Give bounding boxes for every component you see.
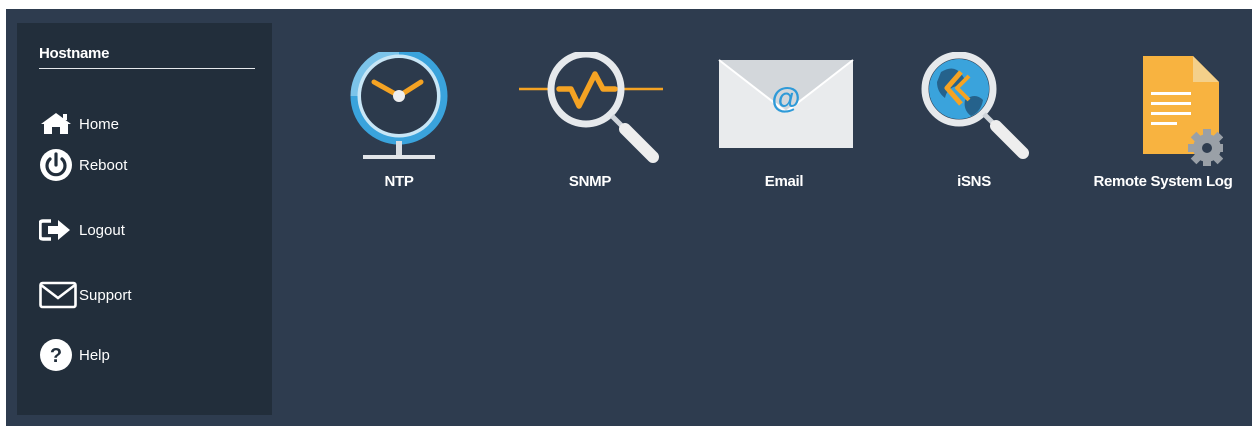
- service-label: Remote System Log: [1093, 173, 1233, 190]
- question-icon: ?: [39, 338, 73, 372]
- sidebar-item-label: Reboot: [79, 156, 128, 174]
- sidebar-item-label: Support: [79, 286, 132, 304]
- service-tile-ntp[interactable]: NTP: [324, 52, 474, 191]
- svg-text:@: @: [771, 82, 800, 115]
- service-label: NTP: [384, 173, 414, 190]
- svg-text:?: ?: [50, 345, 62, 367]
- service-label: iSNS: [957, 173, 991, 190]
- remote-log-document-icon: [1143, 56, 1223, 166]
- service-tile-snmp[interactable]: SNMP: [515, 52, 665, 191]
- sidebar-item-label: Home: [79, 115, 120, 133]
- sidebar-title: Hostname: [39, 45, 255, 69]
- sidebar: Hostname Home Reboot Logout Support ? He…: [17, 23, 272, 415]
- sidebar-item-reboot[interactable]: Reboot: [39, 147, 127, 183]
- service-label: Email: [764, 173, 804, 190]
- logout-icon: [39, 218, 73, 242]
- sidebar-item-label: Help: [79, 346, 110, 364]
- isns-globe-magnifier-icon: [921, 52, 1029, 159]
- sidebar-item-support[interactable]: Support: [39, 277, 132, 313]
- envelope-icon: [39, 281, 77, 309]
- sidebar-item-label: Logout: [79, 221, 125, 239]
- service-tile-isns[interactable]: iSNS: [899, 52, 1049, 191]
- service-tile-remote-system-log[interactable]: Remote System Log: [1088, 52, 1238, 191]
- service-label: SNMP: [568, 173, 612, 190]
- sidebar-item-help[interactable]: ? Help: [39, 337, 110, 373]
- snmp-magnifier-icon: [519, 52, 663, 163]
- ntp-clock-icon: [350, 52, 448, 159]
- service-tile-email[interactable]: @ Email: [709, 52, 859, 191]
- sidebar-item-logout[interactable]: Logout: [39, 212, 125, 248]
- sidebar-item-home[interactable]: Home: [39, 106, 119, 142]
- email-envelope-icon: @: [718, 59, 854, 148]
- power-icon: [39, 148, 73, 182]
- home-icon: [39, 112, 73, 136]
